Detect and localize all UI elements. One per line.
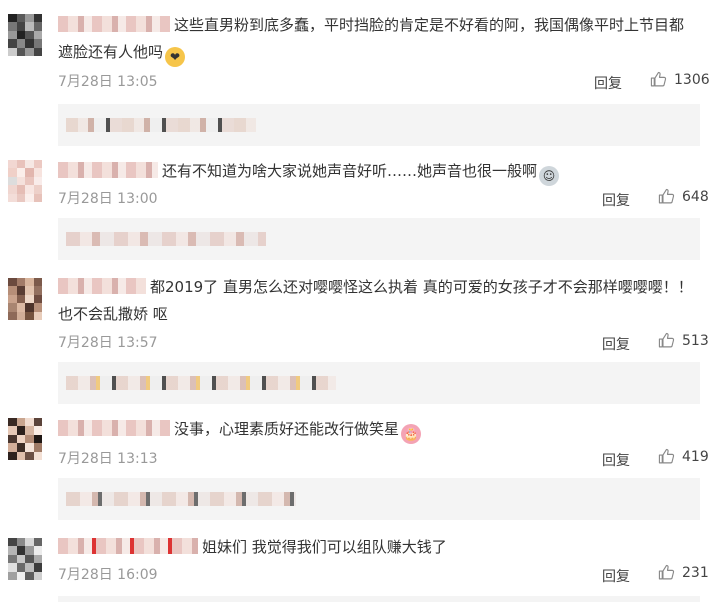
comment-text-block: 都2019了 直男怎么还对嘤嘤怪这么执着 真的可爱的女孩子才不会那样嘤嘤嘤！！也… [58,274,694,328]
thumbs-up-icon [650,71,667,87]
comment-text-block: 没事，心理素质好还能改行做笑星 🎂 [58,416,694,444]
comment-item: 没事，心理素质好还能改行做笑星 🎂 7月28日 13:13 回复 419 [0,402,720,520]
thumbs-up-icon [658,188,675,204]
reply-button[interactable]: 回复 [602,334,630,354]
comment-text-block: 还有不知道为啥大家说她声音好听……她声音也很一般啊 ☺ [58,158,694,186]
blurred-content [66,492,296,506]
username[interactable] [58,420,170,436]
comment-text: 没事，心理素质好还能改行做笑星 [174,420,400,438]
username[interactable] [58,538,198,554]
comment-item: 还有不知道为啥大家说她声音好听……她声音也很一般啊 ☺ 7月28日 13:00 回… [0,150,720,262]
like-count: 419 [682,448,709,465]
blurred-content [66,376,336,390]
sub-comment-preview[interactable] [58,362,700,404]
avatar[interactable] [8,538,42,580]
avatar[interactable] [8,160,42,202]
comment-time: 7月28日 13:05 [58,74,158,90]
comment-time: 7月28日 13:00 [58,191,158,207]
like-button[interactable]: 648 [658,188,709,205]
comment-text: 姐妹们 我觉得我们可以组队赚大钱了 [202,538,447,556]
blurred-content [66,118,256,132]
sub-comment-preview[interactable] [58,478,700,520]
sub-comment-preview[interactable] [58,218,700,260]
thumbs-up-icon [658,332,675,348]
comment-text-block: 姐妹们 我觉得我们可以组队赚大钱了 [58,534,694,561]
like-count: 1306 [674,71,710,88]
comment-text: 还有不知道为啥大家说她声音好听……她声音也很一般啊 [162,162,538,180]
comment-text: 都2019了 直男怎么还对嘤嘤怪这么执着 真的可爱的女孩子才不会那样嘤嘤嘤！！也… [58,278,693,323]
emoji-icon: ☺ [539,166,560,186]
comment-item: 都2019了 直男怎么还对嘤嘤怪这么执着 真的可爱的女孩子才不会那样嘤嘤嘤！！也… [0,262,720,404]
avatar[interactable] [8,14,42,56]
username[interactable] [58,16,170,32]
reply-button[interactable]: 回复 [594,73,622,93]
thumbs-up-icon [658,448,675,464]
reply-button[interactable]: 回复 [602,566,630,586]
comment-time: 7月28日 16:09 [58,567,158,583]
sub-comment-preview[interactable] [58,104,700,146]
username[interactable] [58,278,146,294]
reply-button[interactable]: 回复 [602,450,630,470]
emoji-icon: 🎂 [401,424,422,444]
like-button[interactable]: 1306 [650,71,710,88]
username[interactable] [58,162,158,178]
reply-button[interactable]: 回复 [602,190,630,210]
comment-text-block: 这些直男粉到底多蠢，平时挡脸的肯定是不好看的阿，我国偶像平时上节目都遮脸还有人他… [58,12,694,67]
blurred-content [66,232,266,246]
like-button[interactable]: 419 [658,448,709,465]
comment-item: 姐妹们 我觉得我们可以组队赚大钱了 7月28日 16:09 回复 231 [0,520,720,602]
emoji-icon: ❤ [165,47,186,67]
comment-time: 7月28日 13:13 [58,451,158,467]
comment-item: 这些直男粉到底多蠢，平时挡脸的肯定是不好看的阿，我国偶像平时上节目都遮脸还有人他… [0,0,720,150]
like-button[interactable]: 513 [658,332,709,349]
avatar[interactable] [8,418,42,460]
avatar[interactable] [8,278,42,320]
comment-time: 7月28日 13:57 [58,335,158,351]
sub-comment-preview[interactable] [58,596,700,602]
like-count: 231 [682,564,709,581]
thumbs-up-icon [658,564,675,580]
like-count: 648 [682,188,709,205]
like-count: 513 [682,332,709,349]
like-button[interactable]: 231 [658,564,709,581]
